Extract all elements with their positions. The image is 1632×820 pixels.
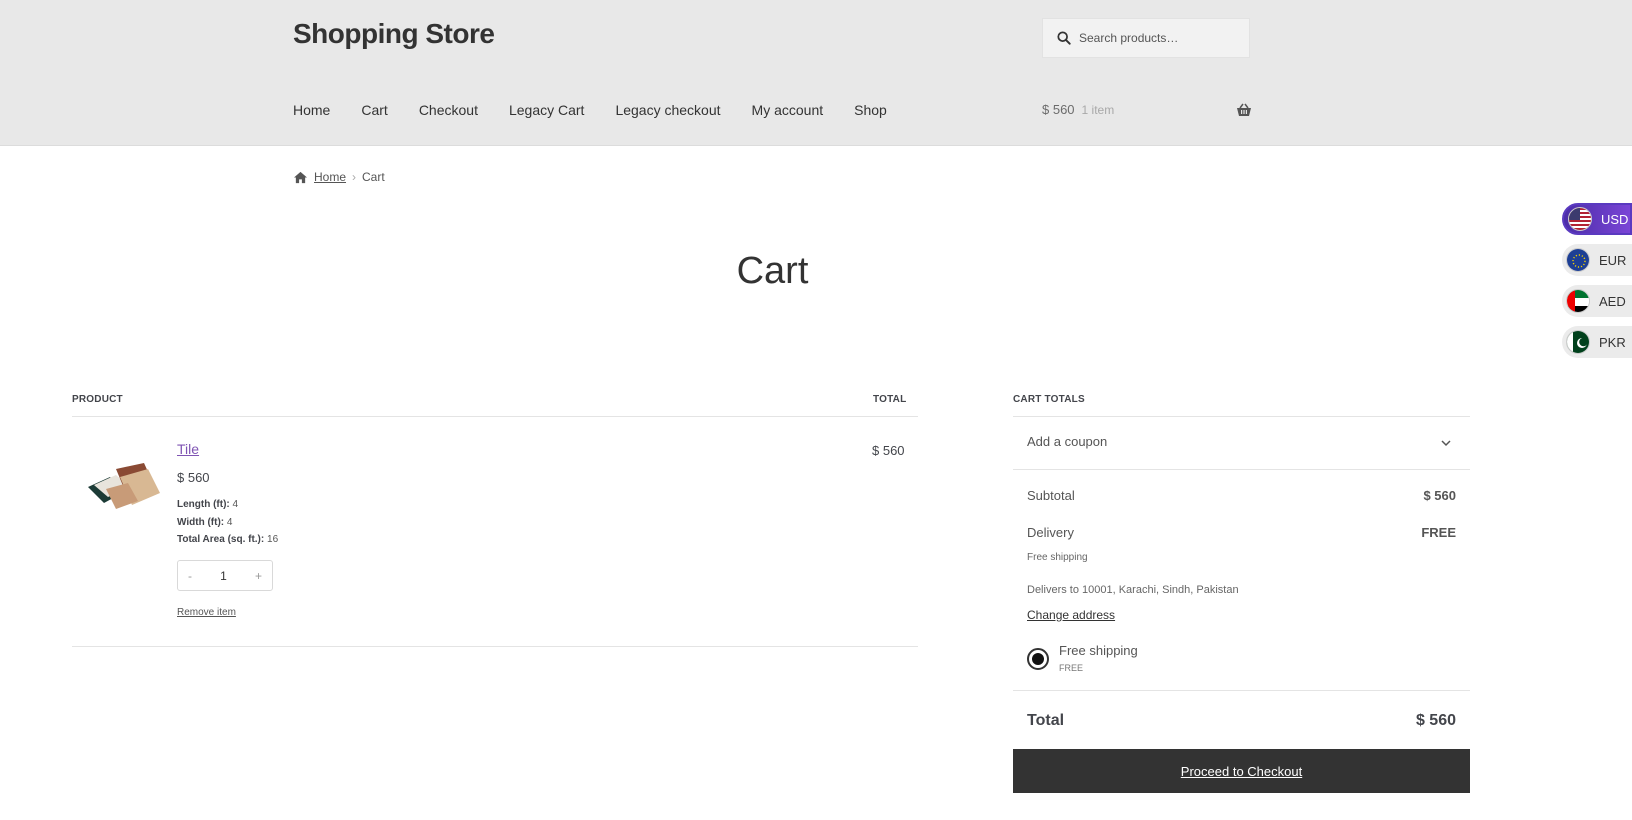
page-title: Cart <box>736 250 809 292</box>
nav-item-shop[interactable]: Shop <box>854 102 887 118</box>
delivery-label: Delivery <box>1027 525 1074 540</box>
remove-item-link[interactable]: Remove item <box>177 607 236 618</box>
currency-code: EUR <box>1599 252 1627 268</box>
meta-label: Length (ft): <box>177 499 230 510</box>
product-meta-area: Total Area (sq. ft.): 16 <box>177 534 278 545</box>
product-thumbnail[interactable] <box>86 455 164 511</box>
coupon-toggle[interactable]: Add a coupon <box>1027 434 1107 449</box>
us-flag-icon <box>1568 207 1592 231</box>
total-value: $ 560 <box>1415 712 1456 729</box>
quantity-decrease-button[interactable]: - <box>188 569 192 583</box>
nav-item-home[interactable]: Home <box>293 102 330 118</box>
nav-item-cart[interactable]: Cart <box>361 102 387 118</box>
breadcrumb: Home › Cart <box>293 170 385 184</box>
meta-value: 16 <box>267 534 279 545</box>
delivers-to-address: Delivers to 10001, Karachi, Sindh, Pakis… <box>1027 584 1239 596</box>
site-title[interactable]: Shopping Store <box>293 18 495 50</box>
eu-flag-icon <box>1566 248 1590 272</box>
primary-nav: Home Cart Checkout Legacy Cart Legacy ch… <box>293 102 918 118</box>
change-address-link[interactable]: Change address <box>1027 608 1115 622</box>
meta-value: 4 <box>232 499 239 510</box>
divider <box>72 646 918 647</box>
divider <box>1013 469 1470 470</box>
shipping-option-name[interactable]: Free shipping <box>1059 643 1138 658</box>
divider <box>1013 416 1470 417</box>
currency-usd[interactable]: USD <box>1562 203 1632 235</box>
currency-code: USD <box>1601 211 1629 227</box>
search-box[interactable] <box>1042 18 1250 58</box>
quantity-input[interactable]: 1 <box>220 569 227 583</box>
divider <box>1013 690 1470 691</box>
nav-item-legacy-checkout[interactable]: Legacy checkout <box>615 102 720 118</box>
shipping-option-cost: FREE <box>1059 663 1084 673</box>
mini-cart-count: 1 item <box>1081 102 1115 117</box>
free-shipping-radio[interactable] <box>1027 648 1049 670</box>
mini-cart[interactable]: $ 560 1 item <box>1042 102 1252 117</box>
breadcrumb-home-link[interactable]: Home <box>314 170 346 184</box>
home-icon <box>294 171 307 183</box>
column-header-total: TOTAL <box>873 394 907 405</box>
meta-value: 4 <box>226 517 233 528</box>
currency-eur[interactable]: EUR <box>1562 244 1632 276</box>
column-header-product: PRODUCT <box>72 394 123 405</box>
breadcrumb-current: Cart <box>362 170 385 184</box>
breadcrumb-separator-icon: › <box>352 170 357 184</box>
currency-code: AED <box>1599 293 1626 309</box>
proceed-to-checkout-button[interactable]: Proceed to Checkout <box>1013 749 1470 793</box>
divider <box>72 416 918 417</box>
radio-selected-dot <box>1032 653 1044 665</box>
search-input[interactable] <box>1079 31 1239 45</box>
currency-pkr[interactable]: PKR <box>1562 326 1632 358</box>
delivery-method: Free shipping <box>1027 552 1088 563</box>
delivery-value: FREE <box>1421 525 1456 540</box>
mini-cart-amount: $ 560 <box>1042 102 1075 117</box>
site-header: Shopping Store Home Cart Checkout Legacy… <box>0 0 1632 146</box>
quantity-increase-button[interactable]: + <box>255 569 262 583</box>
currency-aed[interactable]: AED <box>1562 285 1632 317</box>
product-name-link[interactable]: Tile <box>177 441 199 457</box>
total-label: Total <box>1027 712 1065 729</box>
product-meta-width: Width (ft): 4 <box>177 517 232 528</box>
line-total: $ 560 <box>872 443 905 458</box>
currency-code: PKR <box>1599 334 1626 350</box>
nav-item-checkout[interactable]: Checkout <box>419 102 478 118</box>
basket-icon <box>1237 103 1251 116</box>
pakistan-flag-icon <box>1566 330 1590 354</box>
chevron-down-icon[interactable] <box>1440 437 1452 449</box>
product-price: $ 560 <box>177 470 210 485</box>
meta-label: Width (ft): <box>177 517 225 528</box>
subtotal-value: $ 560 <box>1423 488 1456 503</box>
uae-flag-icon <box>1566 289 1590 313</box>
search-icon <box>1057 31 1071 45</box>
product-meta-length: Length (ft): 4 <box>177 499 238 510</box>
nav-item-legacy-cart[interactable]: Legacy Cart <box>509 102 584 118</box>
subtotal-label: Subtotal <box>1027 488 1075 503</box>
nav-item-my-account[interactable]: My account <box>752 102 824 118</box>
quantity-stepper: - 1 + <box>177 560 273 591</box>
cart-totals-heading: CART TOTALS <box>1013 394 1085 405</box>
meta-label: Total Area (sq. ft.): <box>177 534 265 545</box>
